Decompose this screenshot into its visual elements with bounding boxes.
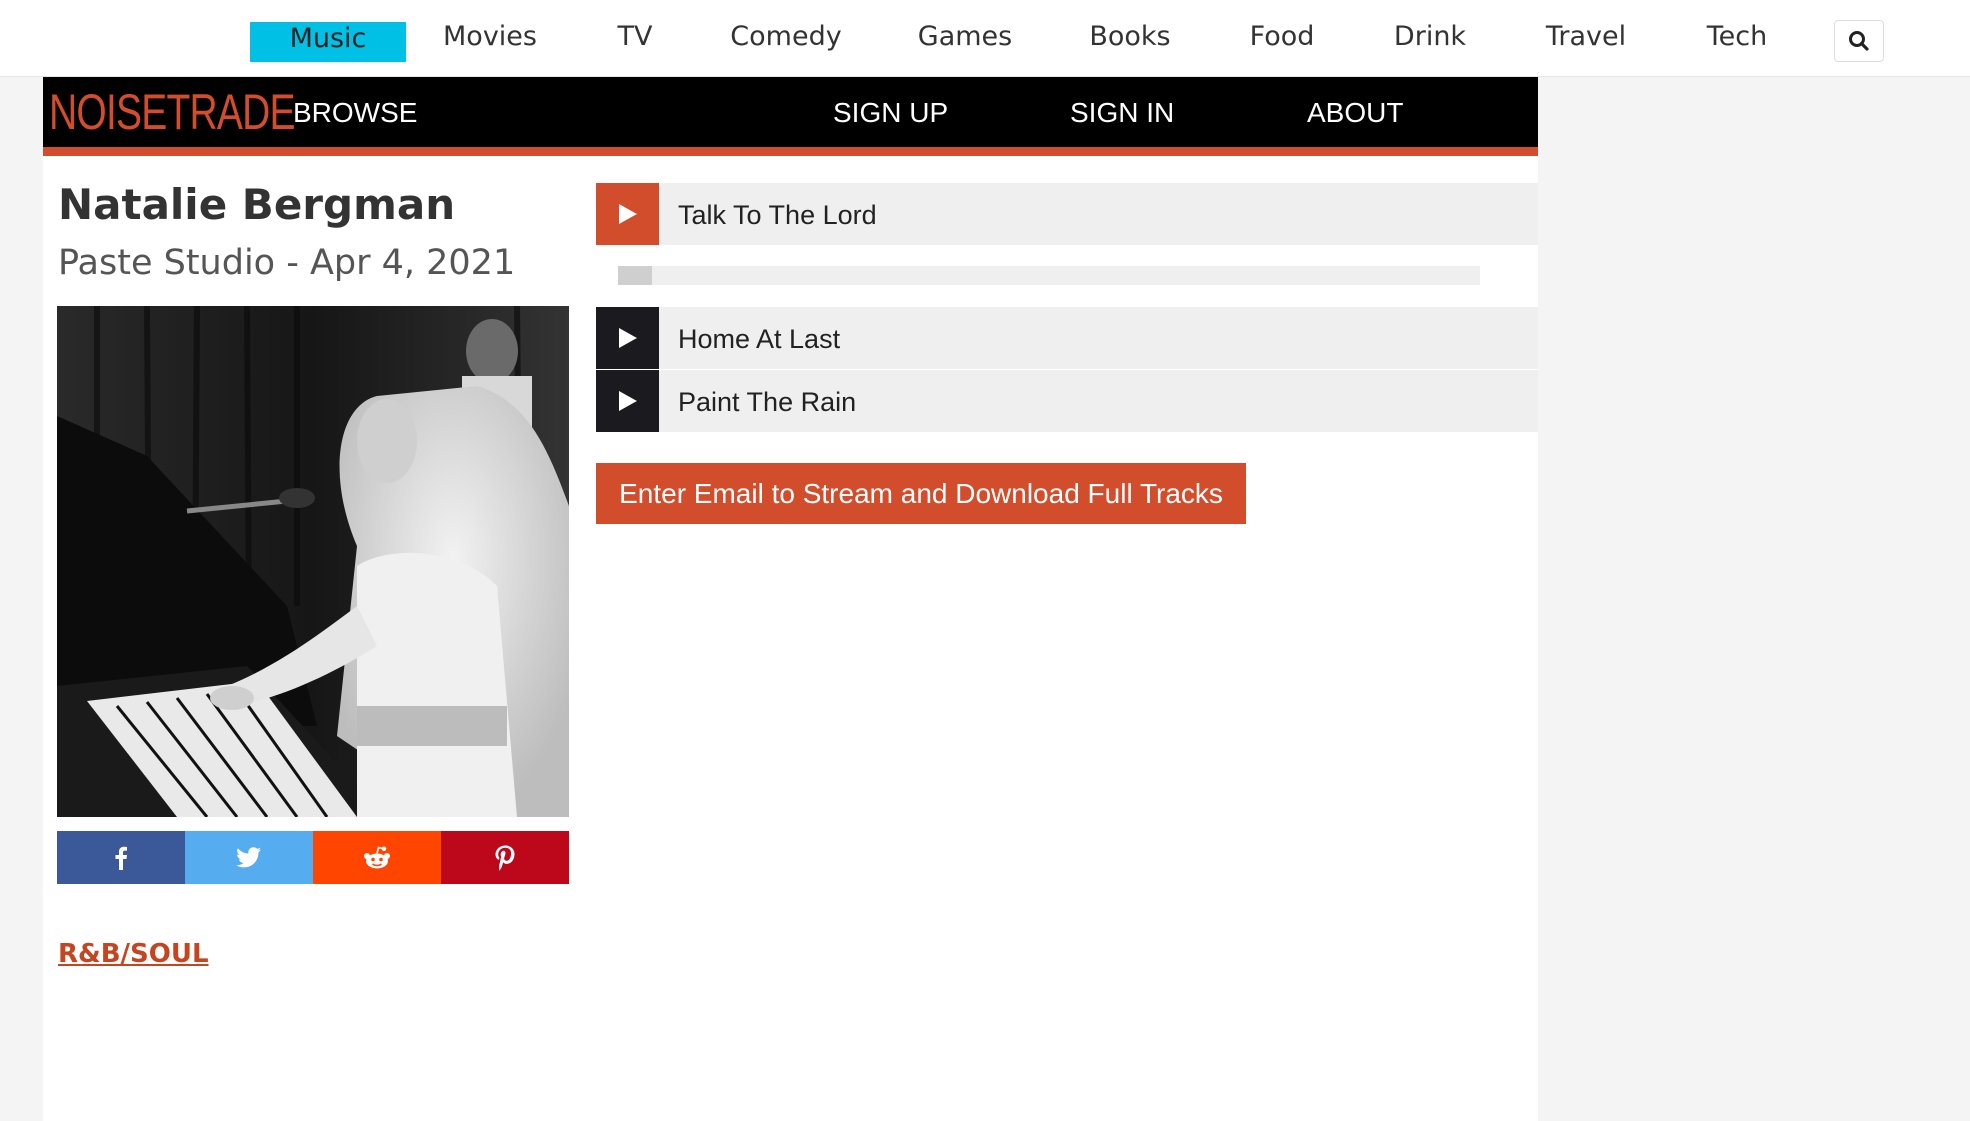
session-subtitle: Paste Studio - Apr 4, 2021 <box>58 243 516 283</box>
twitter-icon <box>236 846 261 867</box>
main-content: NOISETRADE BROWSE SIGN UP SIGN IN ABOUT … <box>43 77 1538 1121</box>
browse-link[interactable]: BROWSE <box>293 97 417 129</box>
category-food[interactable]: Food <box>1236 20 1328 60</box>
track-row[interactable]: Home At Last <box>596 307 1538 369</box>
track-row[interactable]: Talk To The Lord <box>596 183 1538 245</box>
play-icon <box>618 328 637 348</box>
track-title: Talk To The Lord <box>678 200 877 230</box>
play-button[interactable] <box>596 183 659 245</box>
header-accent-stripe <box>43 147 1538 156</box>
play-icon <box>618 204 637 224</box>
artist-photo <box>57 306 569 817</box>
artist-name: Natalie Bergman <box>58 180 456 229</box>
category-games[interactable]: Games <box>904 20 1026 60</box>
genre-link[interactable]: R&B/SOUL <box>58 939 209 969</box>
category-music[interactable]: Music <box>250 22 406 62</box>
category-tech[interactable]: Tech <box>1696 20 1778 60</box>
pinterest-icon <box>495 845 515 870</box>
category-movies[interactable]: Movies <box>428 20 552 60</box>
track-title: Home At Last <box>678 324 841 354</box>
reddit-share-button[interactable] <box>313 831 441 884</box>
track-progress-fill <box>618 266 653 285</box>
track-progress-bar[interactable] <box>618 266 1480 285</box>
category-books[interactable]: Books <box>1078 20 1182 60</box>
track-title: Paint The Rain <box>678 387 857 417</box>
play-button[interactable] <box>596 307 659 369</box>
pinterest-share-button[interactable] <box>441 831 569 884</box>
category-travel[interactable]: Travel <box>1532 20 1640 60</box>
share-bar <box>57 831 569 884</box>
category-nav: Music Movies TV Comedy Games Books Food … <box>0 0 1970 77</box>
search-button[interactable] <box>1834 20 1884 62</box>
sign-up-link[interactable]: SIGN UP <box>833 97 948 129</box>
noisetrade-logo[interactable]: NOISETRADE <box>49 83 296 141</box>
category-comedy[interactable]: Comedy <box>720 20 852 60</box>
category-drink[interactable]: Drink <box>1384 20 1476 60</box>
about-link[interactable]: ABOUT <box>1307 97 1403 129</box>
sign-in-link[interactable]: SIGN IN <box>1070 97 1174 129</box>
track-row[interactable]: Paint The Rain <box>596 370 1538 432</box>
play-button[interactable] <box>596 370 659 432</box>
twitter-share-button[interactable] <box>185 831 313 884</box>
category-tv[interactable]: TV <box>600 20 670 60</box>
search-icon <box>1849 31 1869 51</box>
noisetrade-header: NOISETRADE BROWSE SIGN UP SIGN IN ABOUT <box>43 77 1538 156</box>
facebook-icon <box>115 846 127 870</box>
facebook-share-button[interactable] <box>57 831 185 884</box>
play-icon <box>618 391 637 411</box>
stream-download-button[interactable]: Enter Email to Stream and Download Full … <box>596 463 1246 524</box>
reddit-icon <box>364 846 390 868</box>
